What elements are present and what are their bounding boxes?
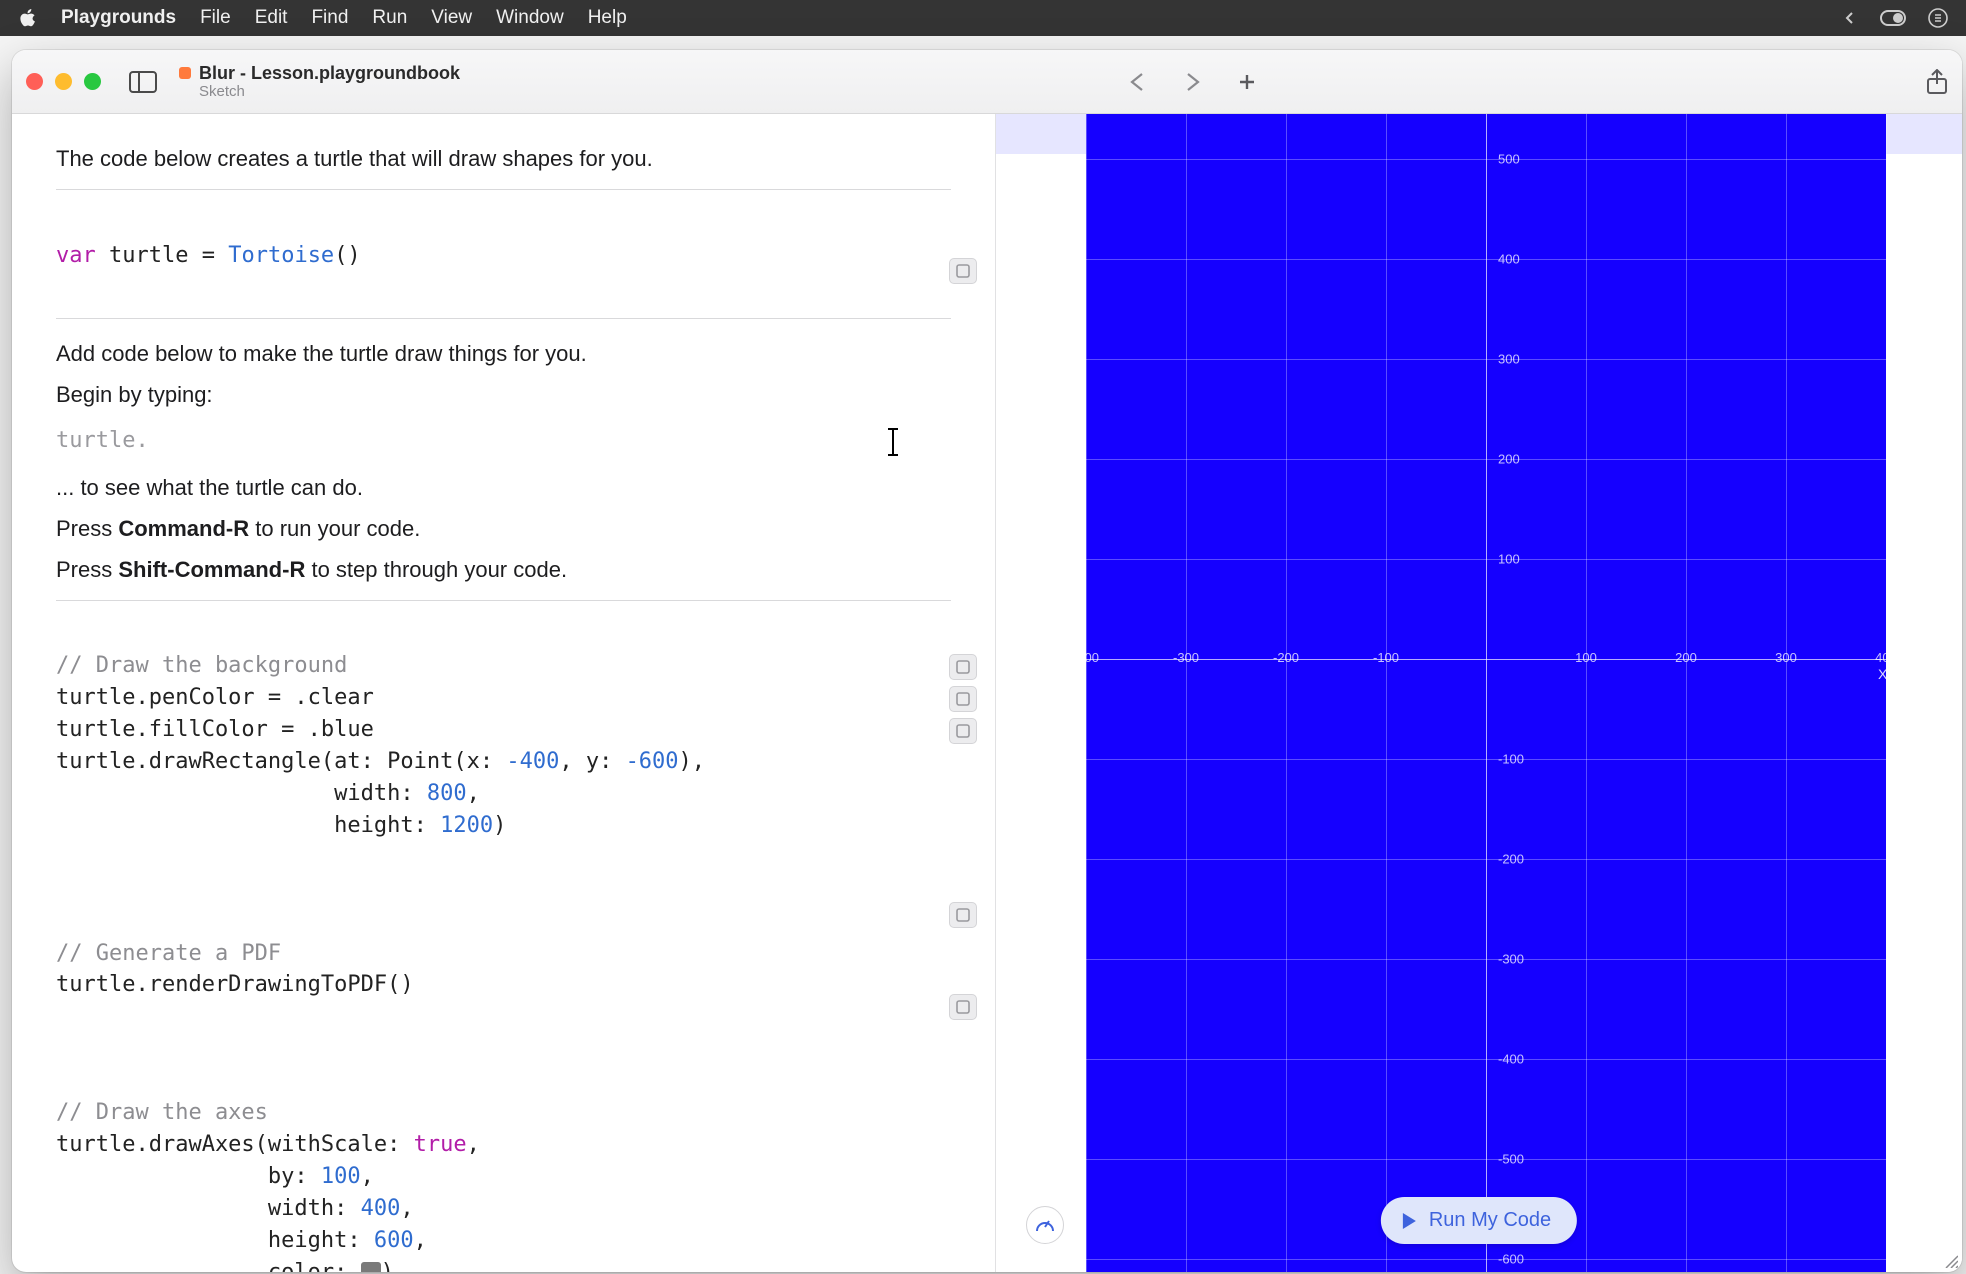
- mac-menu-bar: Playgrounds File Edit Find Run View Wind…: [0, 0, 1966, 36]
- axis-tick-label: -300: [1173, 650, 1199, 665]
- result-marker-icon[interactable]: [949, 258, 977, 284]
- grid-line-vertical: [1186, 114, 1187, 1272]
- axis-tick-label: -400: [1498, 1052, 1524, 1067]
- result-marker-icon[interactable]: [949, 718, 977, 744]
- menu-run[interactable]: Run: [372, 7, 407, 29]
- window-title: Blur - Lesson.playgroundbook: [199, 63, 460, 84]
- run-button-label: Run My Code: [1429, 1209, 1551, 1232]
- grid-line-vertical: [1086, 114, 1087, 1272]
- menu-file[interactable]: File: [200, 7, 231, 29]
- axis-tick-label: 100: [1575, 650, 1597, 665]
- apple-logo-icon[interactable]: [18, 9, 37, 28]
- menu-view[interactable]: View: [431, 7, 472, 29]
- resize-handle-icon[interactable]: [1942, 1252, 1958, 1268]
- code-block-pdf[interactable]: // Generate a PDF turtle.renderDrawingTo…: [56, 906, 951, 1034]
- instruction-text: Press Shift-Command-R to step through yo…: [56, 553, 951, 586]
- result-marker-icon[interactable]: [949, 686, 977, 712]
- share-icon[interactable]: [1926, 69, 1948, 95]
- file-type-icon: [179, 67, 191, 79]
- run-my-code-button[interactable]: Run My Code: [1381, 1197, 1577, 1244]
- instruction-text: Add code below to make the turtle draw t…: [56, 337, 951, 370]
- hint-code: turtle.: [56, 425, 951, 457]
- text-cursor-icon: [892, 430, 894, 454]
- axis-tick-label: -600: [1498, 1252, 1524, 1267]
- window-titlebar: Blur - Lesson.playgroundbook Sketch: [12, 50, 1962, 114]
- axis-tick-label: -400: [1073, 650, 1099, 665]
- axis-tick-label: 400: [1498, 252, 1520, 267]
- nav-back-icon[interactable]: [1129, 72, 1147, 92]
- menu-find[interactable]: Find: [311, 7, 348, 29]
- drawing-canvas: X 500400300200100-100-200-300-400-500-60…: [1086, 114, 1962, 1272]
- menu-app-name[interactable]: Playgrounds: [61, 7, 176, 29]
- grid-line-vertical: [1386, 114, 1387, 1272]
- instruction-text: Begin by typing:: [56, 378, 951, 411]
- live-view-pane: X 500400300200100-100-200-300-400-500-60…: [996, 114, 1962, 1272]
- window-minimize-button[interactable]: [55, 73, 72, 90]
- grid-line-vertical: [1286, 114, 1287, 1272]
- instruction-text: Press Command-R to run your code.: [56, 512, 951, 545]
- window-zoom-button[interactable]: [84, 73, 101, 90]
- axis-tick-label: -100: [1498, 752, 1524, 767]
- color-literal-swatch[interactable]: [361, 1262, 381, 1272]
- axis-tick-label: 200: [1675, 650, 1697, 665]
- speed-gauge-icon[interactable]: [1026, 1206, 1064, 1244]
- control-center-icon[interactable]: [1928, 8, 1948, 28]
- axis-tick-label: 500: [1498, 152, 1520, 167]
- toggle-switch-icon[interactable]: [1880, 10, 1906, 26]
- axis-tick-label: -200: [1273, 650, 1299, 665]
- divider: [56, 189, 951, 190]
- menu-edit[interactable]: Edit: [255, 7, 288, 29]
- axis-tick-label: 200: [1498, 452, 1520, 467]
- intro-text: The code below creates a turtle that wil…: [56, 142, 951, 175]
- instruction-text: ... to see what the turtle can do.: [56, 471, 951, 504]
- chevron-left-icon[interactable]: [1842, 10, 1858, 26]
- divider: [56, 600, 951, 601]
- axis-tick-label: 300: [1498, 352, 1520, 367]
- window-close-button[interactable]: [26, 73, 43, 90]
- nav-forward-icon[interactable]: [1183, 72, 1201, 92]
- axis-tick-label: 400: [1875, 650, 1897, 665]
- result-marker-icon[interactable]: [949, 994, 977, 1020]
- code-block-background[interactable]: // Draw the background turtle.penColor =…: [56, 619, 951, 874]
- divider: [56, 318, 951, 319]
- grid-line-vertical: [1786, 114, 1787, 1272]
- menu-window[interactable]: Window: [496, 7, 564, 29]
- grid-line-vertical: [1586, 114, 1587, 1272]
- menu-help[interactable]: Help: [588, 7, 627, 29]
- result-marker-icon[interactable]: [949, 654, 977, 680]
- code-line-decl[interactable]: var turtle = Tortoise(): [56, 208, 951, 304]
- add-page-icon[interactable]: [1237, 72, 1257, 92]
- sidebar-toggle-icon[interactable]: [129, 71, 157, 93]
- code-block-axes[interactable]: // Draw the axes turtle.drawAxes(withSca…: [56, 1065, 951, 1272]
- axis-tick-label: -500: [1498, 1152, 1524, 1167]
- axis-tick-label: -100: [1373, 650, 1399, 665]
- result-marker-icon[interactable]: [949, 902, 977, 928]
- app-window: Blur - Lesson.playgroundbook Sketch: [12, 50, 1962, 1272]
- axis-tick-label: 300: [1775, 650, 1797, 665]
- axis-tick-label: -200: [1498, 852, 1524, 867]
- axis-tick-label: -300: [1498, 952, 1524, 967]
- axis-tick-label: 100: [1498, 552, 1520, 567]
- grid-line-vertical: [1686, 114, 1687, 1272]
- window-subtitle: Sketch: [199, 83, 460, 100]
- code-editor-pane[interactable]: The code below creates a turtle that wil…: [12, 114, 996, 1272]
- grid-line-vertical: [1886, 114, 1887, 1272]
